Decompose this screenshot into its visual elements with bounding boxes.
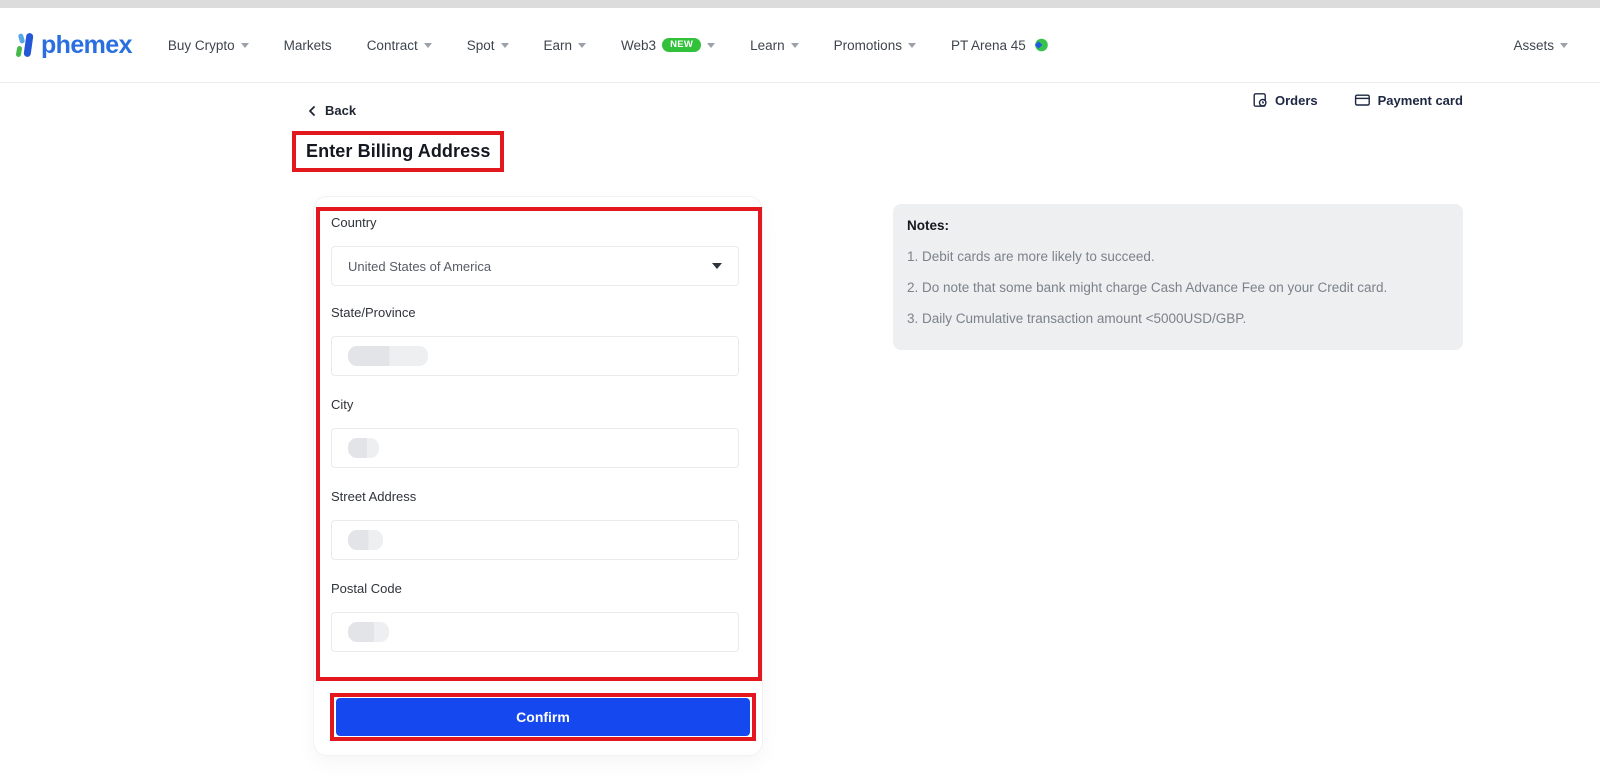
new-badge: NEW (662, 38, 701, 53)
phemex-billing-address-page: phemex Buy Crypto Markets Contract Spot … (0, 0, 1600, 783)
caret-down-icon (424, 43, 432, 48)
phemex-logo-text: phemex (41, 31, 132, 60)
payment-card-label: Payment card (1378, 93, 1463, 108)
orders-label: Orders (1275, 93, 1318, 108)
caret-down-icon (578, 43, 586, 48)
state-label: State/Province (331, 305, 739, 320)
nav-item-contract[interactable]: Contract (367, 38, 432, 53)
top-navbar: phemex Buy Crypto Markets Contract Spot … (0, 8, 1600, 83)
back-label: Back (325, 103, 356, 118)
country-select[interactable]: United States of America (331, 246, 739, 286)
nav-item-label: Learn (750, 38, 785, 53)
city-field-group: City (331, 397, 739, 412)
nav-item-label: Markets (284, 38, 332, 53)
phemex-logo-icon (12, 30, 38, 60)
state-field-group: State/Province (331, 305, 739, 320)
nav-item-label: Buy Crypto (168, 38, 235, 53)
street-field-group: Street Address (331, 489, 739, 504)
nav-item-web3[interactable]: Web3 NEW (621, 38, 715, 53)
caret-down-icon (241, 43, 249, 48)
confirm-button[interactable]: Confirm (336, 698, 750, 736)
state-input[interactable] (331, 336, 739, 376)
street-label: Street Address (331, 489, 739, 504)
nav-item-label: Promotions (834, 38, 902, 53)
postal-input[interactable] (331, 612, 739, 652)
page-title: Enter Billing Address (306, 141, 490, 162)
caret-down-icon (908, 43, 916, 48)
orders-link[interactable]: Orders (1252, 92, 1318, 108)
nav-item-assets[interactable]: Assets (1513, 38, 1568, 53)
nav-item-label: Contract (367, 38, 418, 53)
payment-card-link[interactable]: Payment card (1354, 92, 1463, 108)
city-label: City (331, 397, 739, 412)
notes-item-3: 3. Daily Cumulative transaction amount <… (907, 303, 1443, 334)
postal-label: Postal Code (331, 581, 739, 596)
notes-item-2: 2. Do note that some bank might charge C… (907, 272, 1443, 303)
nav-item-pt-arena[interactable]: PT Arena 45 (951, 37, 1048, 53)
notes-panel: Notes: 1. Debit cards are more likely to… (893, 204, 1463, 350)
nav-item-label: Earn (544, 38, 573, 53)
green-circle-blue-diamond-icon (1032, 37, 1048, 53)
nav-item-label: Assets (1513, 38, 1554, 53)
notes-title: Notes: (907, 218, 1443, 233)
country-field-group: Country United States of America (331, 215, 739, 230)
nav-item-label: PT Arena 45 (951, 38, 1026, 53)
nav-item-label: Spot (467, 38, 495, 53)
nav-item-buy-crypto[interactable]: Buy Crypto (168, 38, 249, 53)
nav-item-markets[interactable]: Markets (284, 38, 332, 53)
caret-down-icon (501, 43, 509, 48)
confirm-annotation-box: Confirm (330, 693, 756, 741)
top-action-links: Orders Payment card (1252, 92, 1463, 108)
title-annotation-box: Enter Billing Address (292, 131, 504, 172)
nav-menu: Buy Crypto Markets Contract Spot Earn We… (168, 37, 1048, 53)
nav-item-earn[interactable]: Earn (544, 38, 587, 53)
redacted-text-blob (348, 530, 383, 550)
caret-down-icon (1560, 43, 1568, 48)
window-top-strip (0, 0, 1600, 8)
back-button[interactable]: Back (306, 103, 356, 118)
phemex-logo[interactable]: phemex (12, 30, 132, 60)
caret-down-icon (712, 263, 722, 269)
country-value: United States of America (348, 259, 491, 274)
nav-item-learn[interactable]: Learn (750, 38, 799, 53)
order-history-icon (1252, 92, 1268, 108)
redacted-text-blob (348, 438, 379, 458)
notes-item-1: 1. Debit cards are more likely to succee… (907, 241, 1443, 272)
country-label: Country (331, 215, 739, 230)
redacted-text-blob (348, 346, 428, 366)
street-input[interactable] (331, 520, 739, 560)
caret-down-icon (707, 43, 715, 48)
redacted-text-blob (348, 622, 389, 642)
nav-item-spot[interactable]: Spot (467, 38, 509, 53)
nav-item-promotions[interactable]: Promotions (834, 38, 916, 53)
postal-field-group: Postal Code (331, 581, 739, 596)
caret-down-icon (791, 43, 799, 48)
chevron-left-icon (306, 105, 318, 117)
city-input[interactable] (331, 428, 739, 468)
nav-item-label: Web3 (621, 38, 656, 53)
credit-card-icon (1354, 92, 1371, 108)
